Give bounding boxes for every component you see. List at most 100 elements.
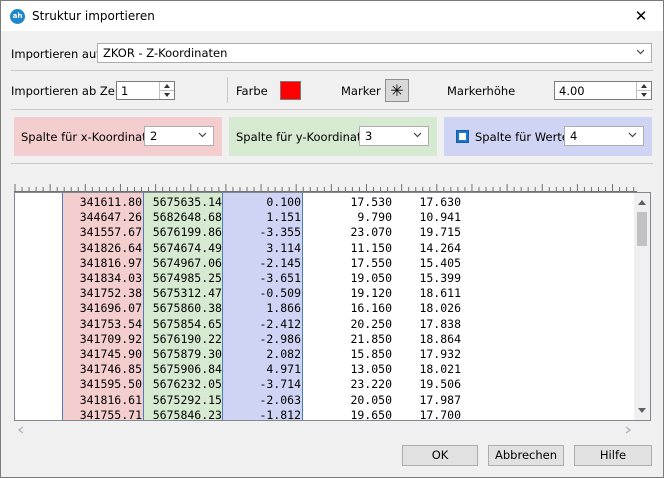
table-cell: 18.026 — [419, 301, 461, 316]
table-cell: 341557.67 — [79, 225, 142, 240]
dialog-title: Struktur importieren — [32, 9, 155, 23]
values-column-checkbox[interactable] — [456, 130, 469, 143]
table-cell: 341816.97 — [79, 255, 142, 270]
ok-button[interactable]: OK — [402, 445, 478, 466]
spin-up-icon[interactable] — [637, 82, 651, 91]
table-row: 344647.26 5682648.68 1.151 9.790 10.941 — [15, 210, 635, 225]
scroll-up-icon[interactable] — [637, 198, 647, 206]
table-cell: 341696.07 — [79, 301, 142, 316]
x-column-select[interactable]: 2 — [144, 126, 214, 146]
table-row: 341696.07 5675860.38 1.866 16.160 18.026 — [15, 301, 635, 316]
table-cell: 20.250 — [350, 316, 392, 331]
table-cell: 14.264 — [419, 240, 461, 255]
table-row: 341709.92 5676190.22 -2.986 21.850 18.864 — [15, 332, 635, 347]
asterisk-marker-icon: ✳ — [390, 81, 404, 100]
table-row: 341826.64 5674674.49 3.114 11.150 14.264 — [15, 241, 635, 256]
import-target-select[interactable]: ZKOR - Z-Koordinaten — [97, 43, 652, 63]
table-cell: 341595.50 — [79, 377, 142, 392]
table-cell: 5675635.14 — [152, 195, 222, 209]
chevron-down-icon — [413, 132, 422, 138]
marker-height-label: Markerhöhe — [447, 84, 516, 98]
table-row: 341816.61 5675292.15 -2.063 20.050 17.987 — [15, 393, 635, 408]
table-cell: 5676190.22 — [152, 331, 222, 346]
table-cell: 341746.85 — [79, 362, 142, 377]
table-cell: 15.850 — [350, 347, 392, 361]
table-cell: 16.160 — [350, 301, 392, 316]
scroll-thumb[interactable] — [637, 212, 647, 246]
table-cell: 1.151 — [266, 210, 301, 225]
color-swatch[interactable] — [280, 81, 301, 100]
table-cell: 20.050 — [350, 392, 392, 407]
start-row-value: 1 — [121, 84, 129, 98]
chevron-down-icon — [628, 132, 637, 138]
table-cell: -2.063 — [259, 392, 301, 407]
import-target-label: Importieren auf: — [11, 47, 104, 61]
table-cell: 19.120 — [350, 286, 392, 301]
values-column-label: Spalte für Werte: — [475, 130, 573, 144]
y-column-select[interactable]: 3 — [359, 126, 429, 146]
start-row-spinbox[interactable]: 1 — [116, 81, 175, 100]
help-button[interactable]: Hilfe — [574, 445, 652, 466]
table-cell: 5675846.23 — [152, 407, 222, 421]
table-cell: 15.405 — [419, 255, 461, 270]
table-cell: 5675879.30 — [152, 347, 222, 361]
values-column-panel: Spalte für Werte: 4 — [444, 117, 652, 156]
spin-buttons — [159, 82, 174, 99]
separator — [11, 163, 653, 164]
spin-up-icon[interactable] — [160, 82, 174, 91]
table-cell: 2.082 — [266, 347, 301, 361]
start-row-label: Importieren ab Zeile — [11, 84, 129, 98]
table-row: 341753.54 5675854.65 -2.412 20.250 17.838 — [15, 317, 635, 332]
marker-height-spinbox[interactable]: 4.00 — [554, 81, 652, 100]
title-bar: ah Struktur importieren ✕ — [1, 1, 663, 31]
table-cell: 15.399 — [419, 271, 461, 285]
scroll-right-icon[interactable] — [624, 426, 632, 434]
table-cell: 344647.26 — [79, 210, 142, 225]
table-cell: 5675860.38 — [152, 301, 222, 316]
data-preview: 341611.80 5675635.14 0.100 17.530 17.630 3446… — [14, 192, 651, 421]
chevron-down-icon — [198, 132, 207, 138]
close-button[interactable]: ✕ — [619, 1, 663, 31]
table-cell: 341826.64 — [79, 240, 142, 255]
table-cell: 5674967.06 — [152, 255, 222, 270]
table-cell: 19.050 — [350, 271, 392, 285]
separator — [11, 70, 653, 71]
table-cell: 23.220 — [350, 377, 392, 392]
y-column-label: Spalte für y-Koordinate: — [236, 130, 373, 144]
table-cell: 5676232.05 — [152, 377, 222, 392]
table-cell: 21.850 — [350, 331, 392, 346]
horizontal-scrollbar[interactable] — [14, 421, 635, 438]
table-cell: 17.838 — [419, 316, 461, 331]
spin-down-icon[interactable] — [637, 91, 651, 99]
vertical-scrollbar[interactable] — [634, 193, 650, 420]
table-row: 341746.85 5675906.84 4.971 13.050 18.021 — [15, 362, 635, 377]
table-cell: 17.530 — [350, 195, 392, 209]
scroll-left-icon[interactable] — [17, 426, 25, 434]
vertical-separator — [227, 77, 228, 103]
spin-down-icon[interactable] — [160, 91, 174, 99]
table-cell: 5675292.15 — [152, 392, 222, 407]
table-cell: 4.971 — [266, 362, 301, 377]
table-cell: 18.021 — [419, 362, 461, 377]
table-cell: 17.932 — [419, 347, 461, 361]
table-cell: 5675312.47 — [152, 286, 222, 301]
spin-buttons — [636, 82, 651, 99]
table-row: 341752.38 5675312.47 -0.509 19.120 18.611 — [15, 286, 635, 301]
table-cell: 341709.92 — [79, 331, 142, 346]
cancel-button[interactable]: Abbrechen — [488, 445, 564, 466]
scroll-down-icon[interactable] — [637, 407, 647, 415]
table-cell: 11.150 — [350, 240, 392, 255]
table-cell: 17.987 — [419, 392, 461, 407]
x-column-panel: Spalte für x-Koordinate: 2 — [14, 117, 222, 156]
table-cell: 341753.54 — [79, 316, 142, 331]
table-cell: 5675906.84 — [152, 362, 222, 377]
values-column-select[interactable]: 4 — [564, 126, 644, 146]
table-cell: -3.355 — [259, 225, 301, 240]
table-cell: 5674674.49 — [152, 240, 222, 255]
table-cell: 5682648.68 — [152, 210, 222, 225]
table-cell: 0.100 — [266, 195, 301, 209]
y-column-panel: Spalte für y-Koordinate: 3 — [229, 117, 437, 156]
marker-button[interactable]: ✳ — [385, 79, 409, 102]
table-cell: -1.812 — [259, 407, 301, 421]
table-cell: -3.651 — [259, 271, 301, 285]
